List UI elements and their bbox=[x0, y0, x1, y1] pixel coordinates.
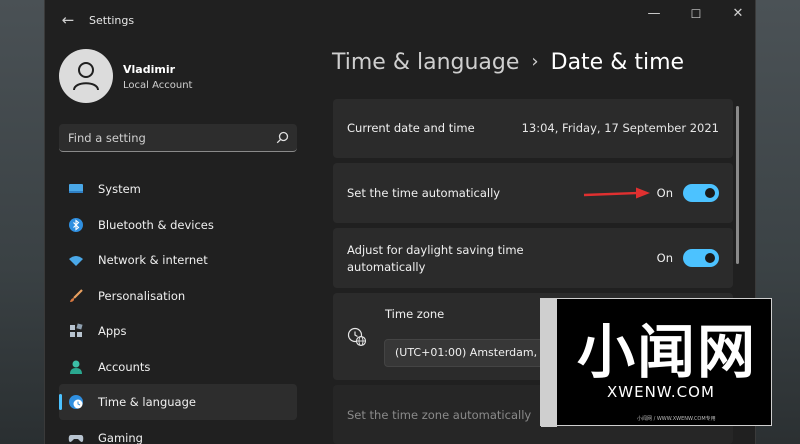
watermark-domain: XWENW.COM bbox=[607, 383, 715, 401]
search-box[interactable] bbox=[59, 124, 297, 152]
gamepad-icon bbox=[68, 434, 84, 442]
current-date-value: 13:04, Friday, 17 September 2021 bbox=[521, 121, 719, 135]
sidebar-item-label: Apps bbox=[98, 324, 127, 338]
sidebar-nav: System Bluetooth & devices Network & int… bbox=[59, 171, 297, 444]
person-icon bbox=[73, 62, 99, 91]
monitor-icon bbox=[69, 184, 83, 193]
watermark-logo: 小闻网 XWENW.COM 小闻网 / WWW.XWENW.COM专用 bbox=[540, 298, 772, 427]
wifi-icon bbox=[69, 256, 83, 266]
current-date-label: Current date and time bbox=[347, 121, 475, 135]
sidebar-item-accounts[interactable]: Accounts bbox=[59, 349, 297, 385]
auto-time-label: Set the time automatically bbox=[347, 186, 501, 200]
breadcrumb-parent[interactable]: Time & language bbox=[332, 50, 519, 75]
sidebar-item-time-language[interactable]: Time & language bbox=[59, 384, 297, 420]
clock-globe-icon bbox=[347, 327, 367, 347]
sidebar-item-apps[interactable]: Apps bbox=[59, 313, 297, 349]
sidebar-item-system[interactable]: System bbox=[59, 171, 297, 207]
page-title: Date & time bbox=[550, 50, 685, 75]
brush-icon bbox=[70, 288, 83, 302]
sidebar-item-label: Accounts bbox=[98, 359, 151, 374]
close-button[interactable]: ✕ bbox=[725, 6, 751, 22]
red-arrow-annotation bbox=[583, 187, 650, 199]
avatar[interactable] bbox=[59, 49, 113, 103]
chevron-right-icon: › bbox=[531, 51, 539, 72]
auto-time-state: On bbox=[656, 186, 673, 200]
back-arrow-icon[interactable]: ← bbox=[57, 9, 79, 31]
sidebar-item-label: System bbox=[98, 182, 141, 196]
sidebar-item-personalisation[interactable]: Personalisation bbox=[59, 278, 297, 314]
time-zone-label: Time zone bbox=[385, 307, 445, 321]
user-profile[interactable]: Vladimir Local Account bbox=[59, 49, 319, 105]
sidebar-item-gaming[interactable]: Gaming bbox=[59, 420, 297, 444]
scrollbar[interactable] bbox=[736, 106, 739, 264]
watermark-side-strip bbox=[541, 299, 557, 427]
desktop-background-left bbox=[0, 0, 46, 444]
sidebar-item-bluetooth[interactable]: Bluetooth & devices bbox=[59, 207, 297, 243]
title-bar: ← Settings — ☐ ✕ bbox=[45, 0, 755, 40]
sidebar-item-label: Network & internet bbox=[98, 253, 208, 267]
auto-time-card: Set the time automatically On bbox=[333, 163, 733, 223]
dst-label-line2: automatically bbox=[347, 260, 426, 274]
account-type: Local Account bbox=[123, 80, 193, 91]
breadcrumb: Time & language › Date & time bbox=[332, 50, 684, 82]
sidebar-item-label: Bluetooth & devices bbox=[98, 217, 214, 232]
sidebar-item-label: Gaming bbox=[98, 430, 143, 444]
app-title: Settings bbox=[89, 14, 135, 27]
apps-icon bbox=[70, 323, 83, 337]
dst-toggle[interactable] bbox=[683, 249, 719, 267]
search-icon[interactable] bbox=[276, 131, 289, 144]
auto-time-toggle[interactable] bbox=[683, 184, 719, 202]
dst-state: On bbox=[656, 251, 673, 265]
user-name: Vladimir bbox=[123, 63, 176, 76]
minimize-button[interactable]: — bbox=[641, 6, 667, 22]
auto-tz-label: Set the time zone automatically bbox=[347, 408, 532, 422]
watermark-title: 小闻网 bbox=[577, 318, 758, 386]
maximize-button[interactable]: ☐ bbox=[683, 6, 709, 22]
sidebar-item-label: Personalisation bbox=[98, 288, 186, 303]
search-input[interactable] bbox=[59, 124, 269, 151]
sidebar-item-network[interactable]: Network & internet bbox=[59, 242, 297, 278]
clock-globe-icon bbox=[69, 395, 83, 409]
dst-label-line1: Adjust for daylight saving time bbox=[347, 243, 524, 257]
person-icon bbox=[70, 360, 82, 374]
dst-card: Adjust for daylight saving time automati… bbox=[333, 228, 733, 288]
watermark-small-text: 小闻网 / WWW.XWENW.COM专用 bbox=[637, 416, 716, 422]
sidebar-item-label: Time & language bbox=[98, 395, 196, 409]
current-date-card: Current date and time 13:04, Friday, 17 … bbox=[333, 99, 733, 158]
bluetooth-icon bbox=[69, 217, 83, 232]
